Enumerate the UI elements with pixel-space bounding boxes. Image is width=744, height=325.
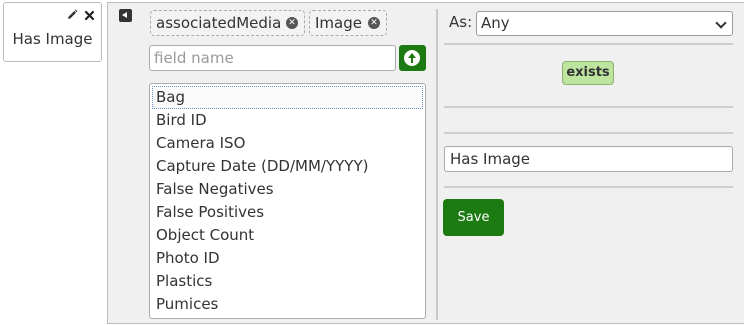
filter-name-input[interactable]	[444, 146, 733, 172]
filter-editor-panel: associatedMedia ✕ Image ✕ Bag Bird ID Ca…	[107, 2, 744, 324]
as-label: As:	[449, 13, 473, 31]
divider	[444, 186, 733, 188]
field-option[interactable]: False Positives	[152, 201, 423, 224]
path-chip-image[interactable]: Image ✕	[309, 10, 387, 36]
field-option[interactable]: Bird ID	[152, 109, 423, 132]
panel-divider	[436, 9, 438, 320]
card-toolbar	[66, 6, 95, 25]
field-option[interactable]: False Negatives	[152, 178, 423, 201]
caret-left-icon[interactable]	[119, 9, 132, 22]
field-list[interactable]: Bag Bird ID Camera ISO Capture Date (DD/…	[149, 83, 426, 319]
field-option[interactable]: Object Count	[152, 224, 423, 247]
divider	[444, 106, 733, 108]
path-chip-associatedmedia[interactable]: associatedMedia ✕	[150, 10, 305, 36]
divider	[444, 132, 733, 134]
field-name-input[interactable]	[149, 45, 396, 71]
remove-chip-icon[interactable]: ✕	[286, 17, 298, 29]
arrow-up-circle-icon	[404, 50, 420, 66]
field-option[interactable]: Photo ID	[152, 247, 423, 270]
pencil-icon[interactable]	[66, 6, 78, 25]
field-option[interactable]: Camera ISO	[152, 132, 423, 155]
filter-card[interactable]: Has Image	[3, 2, 102, 62]
as-select-value: Any	[481, 14, 510, 32]
field-option[interactable]: Plastics	[152, 270, 423, 293]
close-icon[interactable]	[84, 6, 95, 25]
field-option[interactable]: Bag	[152, 86, 423, 109]
remove-chip-icon[interactable]: ✕	[368, 17, 380, 29]
divider	[444, 43, 733, 45]
chevron-down-icon	[715, 17, 727, 29]
save-button[interactable]: Save	[443, 199, 504, 236]
as-select[interactable]: Any	[476, 11, 733, 36]
field-option[interactable]: Pumices	[152, 293, 423, 316]
chip-label: associatedMedia	[156, 14, 282, 32]
exists-button[interactable]: exists	[562, 61, 614, 85]
field-option[interactable]: Capture Date (DD/MM/YYYY)	[152, 155, 423, 178]
chip-label: Image	[315, 14, 362, 32]
add-field-button[interactable]	[399, 45, 426, 71]
card-title: Has Image	[12, 30, 93, 48]
